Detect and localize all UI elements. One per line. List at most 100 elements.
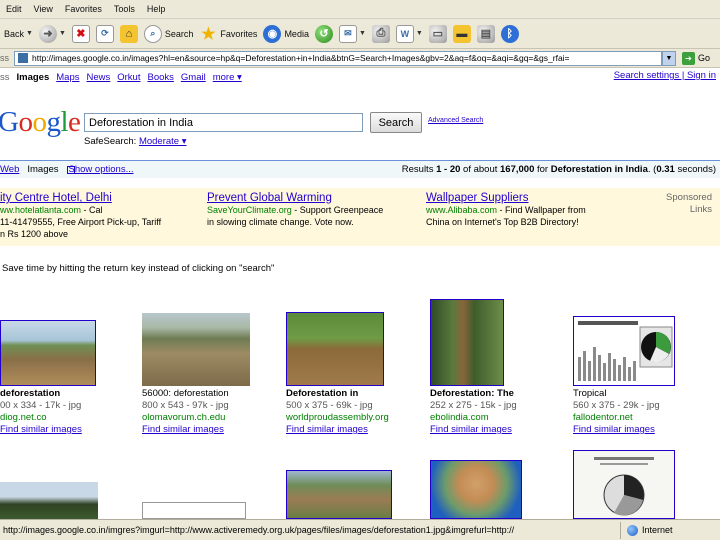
result-thumbnail-10[interactable] xyxy=(573,450,675,519)
google-nav: ss Images Maps News Orkut Books Gmail mo… xyxy=(0,70,720,84)
address-bar: ss http://images.google.co.in/images?hl=… xyxy=(0,49,720,68)
find-similar-link[interactable]: Find similar images xyxy=(573,424,655,435)
find-similar-link[interactable]: Find similar images xyxy=(286,424,368,435)
chevron-down-icon: ▼ xyxy=(358,30,366,37)
address-url: http://images.google.co.in/images?hl=en&… xyxy=(32,53,570,63)
nav-item-gmail[interactable]: Gmail xyxy=(181,72,206,83)
bluetooth-button[interactable]: ᛒ xyxy=(500,22,519,46)
nav-item-maps[interactable]: Maps xyxy=(56,72,79,83)
address-dropdown[interactable]: ▼ xyxy=(662,50,676,66)
find-similar-link[interactable]: Find similar images xyxy=(430,424,512,435)
forward-button[interactable]: ➜ ▼ xyxy=(38,22,66,46)
menu-edit[interactable]: Edit xyxy=(6,4,22,14)
browser-toolbar: Back ▼ ➜ ▼ ✖ ⟳ ⌂ ⌕ Search ★ Favorites ◉ … xyxy=(0,19,720,49)
globe-icon: ◉ xyxy=(263,24,282,43)
history-button[interactable]: ↺ xyxy=(314,22,333,46)
research-icon: ▤ xyxy=(476,24,495,43)
show-options-link[interactable]: Show options... xyxy=(69,164,134,175)
tab-web[interactable]: Web xyxy=(0,164,19,175)
ad-url: ww.hotelatlanta.com xyxy=(0,205,82,215)
find-similar-link[interactable]: Find similar images xyxy=(0,424,82,435)
ad-title[interactable]: Wallpaper Suppliers xyxy=(426,192,528,204)
results-bar: Web Images Show options... Results 1 - 2… xyxy=(0,160,720,178)
favorites-button[interactable]: ★ Favorites xyxy=(199,22,257,46)
history-icon: ↺ xyxy=(314,24,333,43)
result-thumbnail-3[interactable] xyxy=(286,312,384,386)
search-input[interactable]: Deforestation in India xyxy=(84,113,363,132)
edit-button[interactable]: W ▼ xyxy=(395,22,423,46)
results-stats: Results 1 - 20 of about 167,000 for Defo… xyxy=(401,164,716,175)
ad-hotel: ity Centre Hotel, Delhi ww.hotelatlanta.… xyxy=(0,192,162,239)
tab-images: Images xyxy=(27,164,59,175)
result-thumbnail-9[interactable] xyxy=(430,460,522,519)
media-button[interactable]: ◉ Media xyxy=(263,22,309,46)
nav-item-orkut[interactable]: Orkut xyxy=(117,72,140,83)
discuss-icon: ▭ xyxy=(428,24,447,43)
address-input[interactable]: http://images.google.co.in/images?hl=en&… xyxy=(14,50,662,66)
mail-button[interactable]: ✉ ▼ xyxy=(338,22,366,46)
menu-bar: Edit View Favorites Tools Help xyxy=(0,0,720,19)
find-similar-link[interactable]: Find similar images xyxy=(142,424,224,435)
research-button[interactable]: ▤ xyxy=(476,22,495,46)
result-caption-5: Tropical 560 x 375 - 29k - jpg fallodent… xyxy=(573,388,660,435)
menu-view[interactable]: View xyxy=(34,4,53,14)
nav-item-news[interactable]: News xyxy=(86,72,110,83)
menu-help[interactable]: Help xyxy=(147,4,166,14)
stop-button[interactable]: ✖ xyxy=(71,22,90,46)
menu-favorites[interactable]: Favorites xyxy=(65,4,102,14)
ad-title[interactable]: ity Centre Hotel, Delhi xyxy=(0,192,112,204)
zone-label: Internet xyxy=(642,525,673,535)
status-bar: http://images.google.co.in/imgres?imgurl… xyxy=(0,519,720,540)
chevron-down-icon: ▼ xyxy=(415,30,423,37)
safesearch: SafeSearch: Moderate ▾ xyxy=(84,136,186,147)
nav-item-more[interactable]: more ▾ xyxy=(213,72,242,83)
result-caption-3: Deforestation in 500 x 375 - 69k - jpg w… xyxy=(286,388,389,435)
print-icon: ⎙ xyxy=(371,24,390,43)
back-button[interactable]: Back ▼ xyxy=(4,22,33,46)
safesearch-dropdown[interactable]: Moderate ▾ xyxy=(139,136,187,147)
chevron-down-icon: ▼ xyxy=(58,30,66,37)
star-icon: ★ xyxy=(201,25,216,43)
search-icon: ⌕ xyxy=(143,24,162,43)
search-images-button[interactable]: Search xyxy=(370,112,422,133)
mail-icon: ✉ xyxy=(338,24,357,43)
print-button[interactable]: ⎙ xyxy=(371,22,390,46)
result-thumbnail-6[interactable] xyxy=(0,482,98,519)
folder-icon: ▬ xyxy=(452,24,471,43)
security-zone: Internet xyxy=(620,521,673,539)
search-button[interactable]: ⌕ Search xyxy=(143,22,193,46)
forward-arrow-icon: ➜ xyxy=(38,24,57,43)
result-thumbnail-7[interactable] xyxy=(142,502,246,519)
refresh-button[interactable]: ⟳ xyxy=(95,22,114,46)
advanced-search-link[interactable]: Advanced Search xyxy=(428,117,483,124)
nav-item-books[interactable]: Books xyxy=(147,72,173,83)
result-caption-2: 56000: deforestation 800 x 543 - 97k - j… xyxy=(142,388,229,435)
ad-title[interactable]: Prevent Global Warming xyxy=(207,192,332,204)
status-url: http://images.google.co.in/imgres?imgurl… xyxy=(3,525,515,535)
chart-thumbnail-graphic xyxy=(574,317,674,385)
nav-item-images: Images xyxy=(16,71,50,83)
result-thumbnail-1[interactable] xyxy=(0,320,96,386)
ad-url: www.Alibaba.com xyxy=(426,205,498,215)
address-label: ss xyxy=(0,53,9,63)
result-thumbnail-5[interactable] xyxy=(573,316,675,386)
go-arrow-icon: ➔ xyxy=(682,51,695,65)
pie-thumbnail-graphic xyxy=(574,451,674,518)
refresh-icon: ⟳ xyxy=(95,24,114,43)
bluetooth-icon: ᛒ xyxy=(500,24,519,43)
go-button[interactable]: ➔ Go xyxy=(682,51,710,65)
folder-button[interactable]: ▬ xyxy=(452,22,471,46)
discuss-button[interactable]: ▭ xyxy=(428,22,447,46)
stop-icon: ✖ xyxy=(71,24,90,43)
search-settings-link[interactable]: Search settings | Sign in xyxy=(614,70,716,81)
sponsored-ads: ity Centre Hotel, Delhi ww.hotelatlanta.… xyxy=(0,188,720,246)
result-thumbnail-4[interactable] xyxy=(430,299,504,386)
result-thumbnail-2[interactable] xyxy=(142,313,250,386)
result-thumbnail-8[interactable] xyxy=(286,470,392,519)
menu-tools[interactable]: Tools xyxy=(114,4,135,14)
search-tip: Save time by hitting the return key inst… xyxy=(2,263,275,274)
ad-greenpeace: Prevent Global Warming SaveYourClimate.o… xyxy=(207,192,384,227)
google-logo[interactable]: Google xyxy=(0,106,81,139)
safesearch-label: SafeSearch: xyxy=(84,136,137,147)
home-button[interactable]: ⌂ xyxy=(119,22,138,46)
